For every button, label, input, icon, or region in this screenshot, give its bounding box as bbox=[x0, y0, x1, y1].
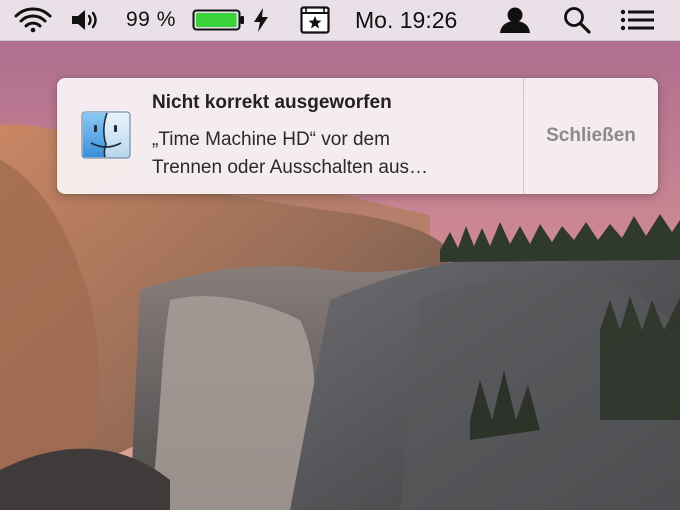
notification-center-icon[interactable] bbox=[620, 0, 656, 40]
user-silhouette-icon[interactable] bbox=[498, 0, 532, 40]
notification-message-line: Trennen oder Ausschalten aus… bbox=[152, 157, 429, 178]
notification-message-line: „Time Machine HD“ vor dem bbox=[152, 129, 390, 150]
speaker-volume-icon[interactable] bbox=[70, 0, 102, 40]
battery-percentage[interactable]: 99 % bbox=[126, 0, 176, 40]
wifi-icon[interactable] bbox=[14, 0, 52, 40]
close-button[interactable]: Schließen bbox=[524, 78, 658, 194]
notification-banner[interactable]: Nicht korrekt ausgeworfen „Time Machine … bbox=[57, 78, 658, 194]
finder-icon bbox=[81, 110, 131, 160]
film-clapper-icon[interactable] bbox=[300, 0, 330, 40]
charging-bolt-icon bbox=[252, 0, 270, 40]
battery-icon[interactable] bbox=[192, 0, 248, 40]
desktop-wallpaper bbox=[0, 0, 680, 510]
spotlight-search-icon[interactable] bbox=[562, 0, 592, 40]
notification-title: Nicht korrekt ausgeworfen bbox=[152, 92, 392, 113]
notification-message: „Time Machine HD“ vor dem Trennen oder A… bbox=[152, 126, 517, 182]
menu-clock[interactable]: Mo. 19:26 bbox=[355, 0, 457, 40]
menu-bar: 99 % Mo. 19:26 bbox=[0, 0, 680, 41]
